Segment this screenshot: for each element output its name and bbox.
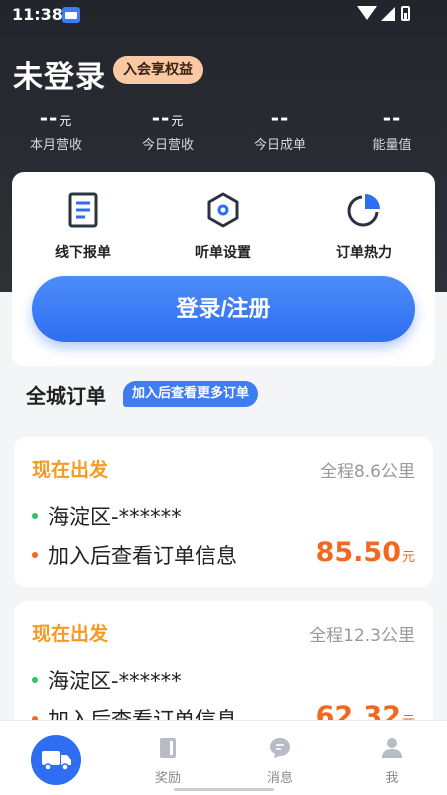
tab-home[interactable]: [0, 721, 112, 795]
reward-icon: [157, 737, 179, 759]
vip-benefits-badge[interactable]: 入会享权益: [113, 56, 203, 84]
stat-energy[interactable]: -- 能量值: [336, 106, 447, 153]
quick-label: 订单热力: [336, 245, 392, 261]
order-from-row: 海淀区-******: [32, 501, 182, 531]
main-card: 线下报单 听单设置 订单热力 登录/注册: [12, 172, 435, 366]
login-register-button[interactable]: 登录/注册: [32, 276, 415, 342]
order-price: 85.50元: [316, 537, 415, 568]
status-indicators: [357, 6, 417, 24]
price-unit: 元: [401, 550, 415, 565]
join-more-orders-tag[interactable]: 加入后查看更多订单: [123, 381, 259, 407]
order-to-row: 加入后查看订单信息: [32, 540, 237, 570]
stats-row: --元 本月营收 --元 今日营收 -- 今日成单 -- 能量值: [0, 106, 447, 156]
stat-label: 本月营收: [29, 138, 82, 153]
pie-chart-icon: [344, 190, 384, 230]
tab-label: 我: [385, 771, 399, 786]
battery-icon: [401, 6, 410, 21]
city-orders-title: 全城订单: [26, 384, 106, 408]
status-bar: 11:38: [0, 0, 447, 30]
wifi-icon: [357, 6, 377, 20]
stat-value: --: [382, 106, 402, 130]
origin-dot-icon: [32, 677, 38, 683]
message-icon: [269, 737, 291, 759]
stat-value: --: [151, 106, 171, 130]
stat-today-revenue[interactable]: --元 今日营收: [112, 106, 224, 153]
stat-unit: 元: [171, 114, 185, 128]
price-value: 85.50: [315, 537, 401, 568]
order-from-row: 海淀区-******: [32, 665, 182, 695]
tab-label: 消息: [266, 771, 293, 786]
status-time: 11:38: [12, 5, 63, 24]
stat-value: --: [270, 106, 290, 130]
stat-value: --: [39, 106, 59, 130]
stat-monthly-revenue[interactable]: --元 本月营收: [0, 106, 112, 153]
order-card[interactable]: 现在出发 全程8.6公里 海淀区-****** 加入后查看订单信息 85.50元: [14, 437, 433, 587]
quick-order-settings[interactable]: 听单设置: [163, 190, 283, 262]
quick-offline-report[interactable]: 线下报单: [23, 190, 143, 262]
order-distance: 全程8.6公里: [319, 462, 415, 482]
document-icon: [63, 190, 103, 230]
signal-icon: [381, 7, 395, 21]
home-indicator: [174, 788, 274, 791]
order-from: 海淀区-******: [48, 669, 182, 693]
stat-today-orders[interactable]: -- 今日成单: [224, 106, 336, 153]
tab-messages[interactable]: 消息: [224, 721, 336, 795]
stat-label: 今日成单: [253, 138, 306, 153]
destination-dot-icon: [32, 552, 38, 558]
order-to: 加入后查看订单信息: [48, 544, 237, 568]
order-status: 现在出发: [32, 623, 109, 645]
order-status: 现在出发: [32, 459, 109, 481]
order-distance: 全程12.3公里: [309, 626, 415, 646]
order-from: 海淀区-******: [48, 505, 182, 529]
hexagon-settings-icon: [203, 190, 243, 230]
stat-unit: 元: [59, 114, 73, 128]
quick-label: 听单设置: [195, 245, 251, 261]
app-notification-icon: [62, 7, 80, 23]
quick-order-heatmap[interactable]: 订单热力: [304, 190, 424, 262]
quick-label: 线下报单: [55, 245, 111, 261]
truck-icon: [31, 735, 81, 785]
stat-label: 今日营收: [141, 138, 194, 153]
tab-label: 奖励: [154, 771, 181, 786]
user-icon: [381, 737, 403, 759]
tab-me[interactable]: 我: [336, 721, 447, 795]
bottom-tab-bar: 奖励 消息 我: [0, 720, 447, 795]
origin-dot-icon: [32, 513, 38, 519]
tab-reward[interactable]: 奖励: [112, 721, 224, 795]
login-state-title[interactable]: 未登录: [13, 52, 106, 96]
stat-label: 能量值: [372, 138, 412, 153]
